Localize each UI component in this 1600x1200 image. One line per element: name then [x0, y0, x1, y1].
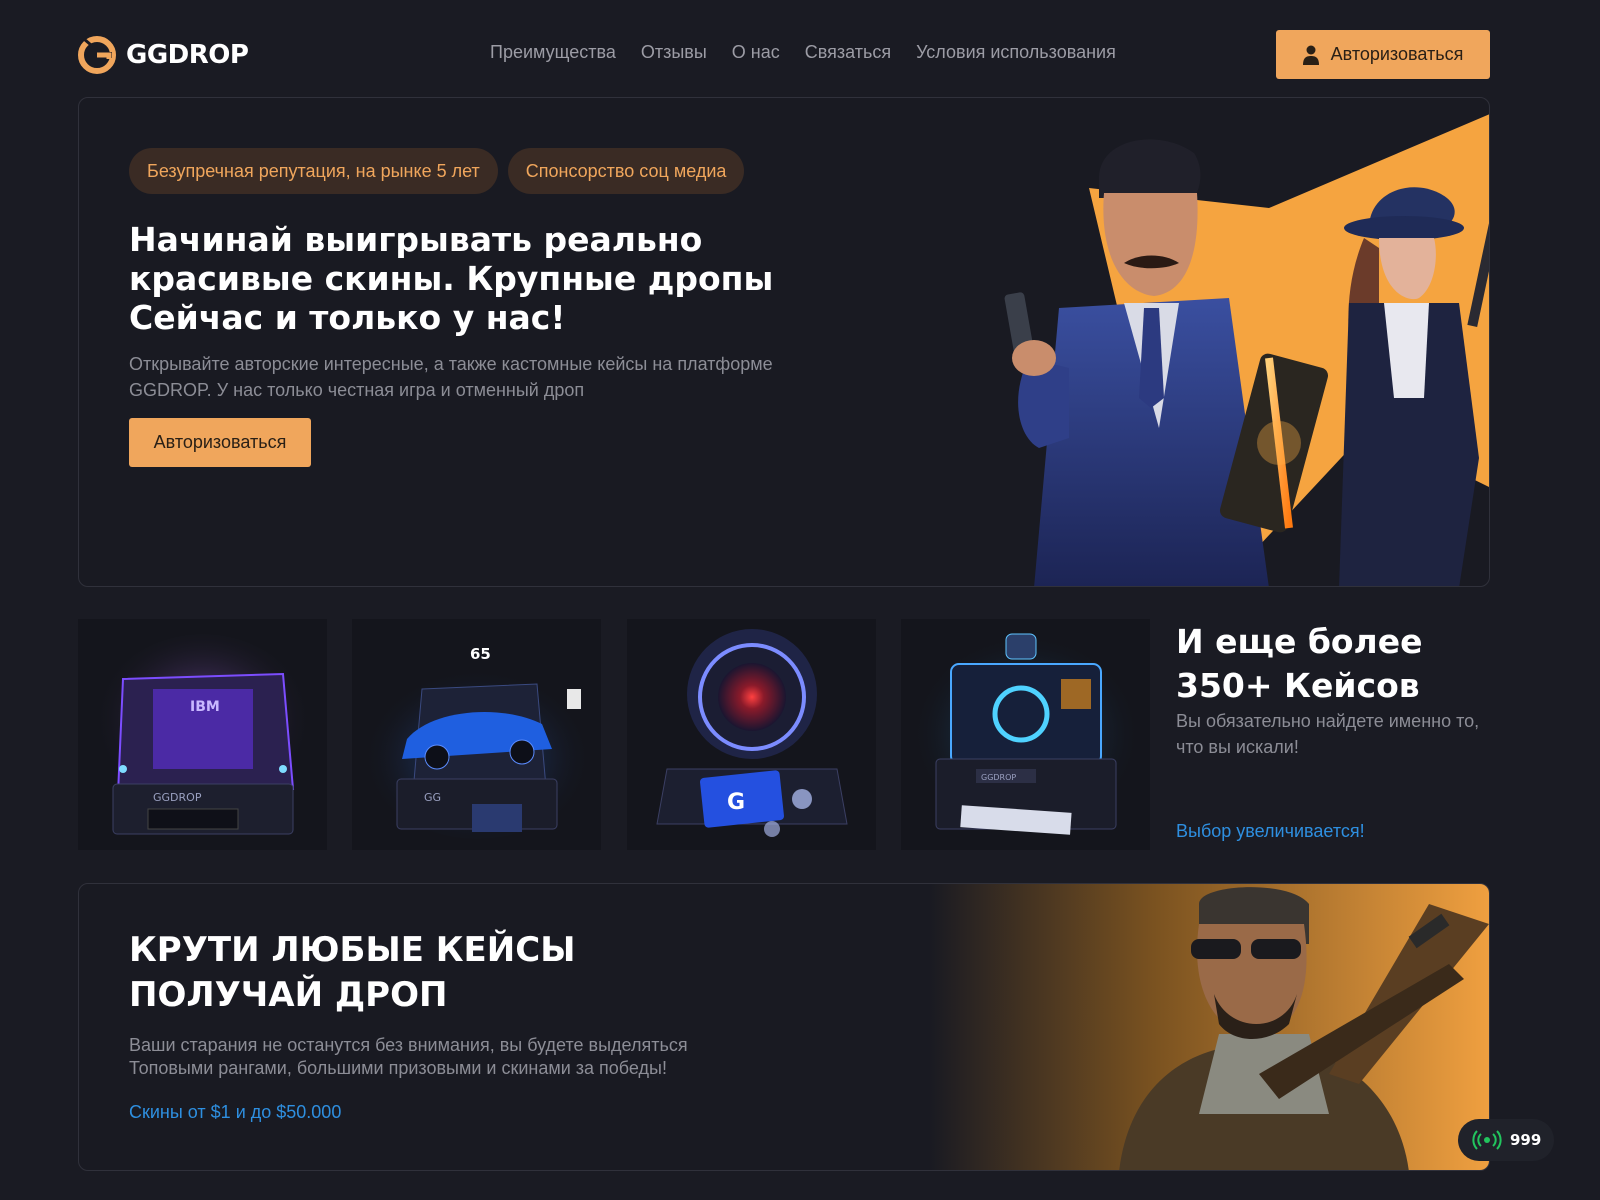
online-count: 999 — [1510, 1131, 1542, 1149]
nav-advantages[interactable]: Преимущества — [490, 42, 616, 63]
promo-title: КРУТИ ЛЮБЫЕ КЕЙСЫ ПОЛУЧАЙ ДРОП — [129, 930, 576, 1015]
case-ibm-logo-text: IBM — [190, 699, 220, 715]
hero-title: Начинай выигрывать реально красивые скин… — [129, 220, 774, 337]
nav-terms[interactable]: Условия использования — [916, 42, 1116, 63]
case-ai-brand-text: GGDROP — [981, 773, 1016, 782]
promo-price-link[interactable]: Скины от $1 и до $50.000 — [129, 1102, 341, 1123]
case-orb-image: G — [627, 619, 876, 850]
nav-contact[interactable]: Связаться — [805, 42, 891, 63]
case-ibm-image: IBM GGDROP — [78, 619, 327, 850]
case-orb-logo-text: G — [727, 790, 745, 815]
badge-sponsorship: Спонсорство соц медиа — [507, 148, 745, 194]
case-ai-image: GGDROP — [901, 619, 1150, 850]
broadcast-icon — [1472, 1130, 1502, 1150]
brand-name: GGDROP — [126, 40, 249, 70]
hero-description: Открывайте авторские интересные, а также… — [129, 354, 773, 400]
case-card-ai[interactable]: GGDROP — [901, 619, 1150, 850]
nav-reviews[interactable]: Отзывы — [641, 42, 707, 63]
login-button[interactable]: Авторизоваться — [1276, 30, 1490, 79]
online-counter[interactable]: 999 — [1458, 1119, 1554, 1161]
badge-reputation: Безупречная репутация, на рынке 5 лет — [129, 148, 498, 194]
case-car-brand-text: GG — [424, 791, 441, 804]
login-button-label: Авторизоваться — [1330, 44, 1464, 64]
cases-more-link[interactable]: Выбор увеличивается! — [1176, 821, 1365, 842]
user-icon — [1302, 45, 1319, 65]
hero-login-button[interactable]: Авторизоваться — [129, 418, 311, 467]
promo-soldier-illustration — [929, 884, 1489, 1170]
case-car-counter: 65 — [470, 645, 491, 663]
promo-description: Ваши старания не останутся без внимания,… — [129, 1035, 688, 1078]
cases-count-title: И еще более 350+ Кейсов — [1176, 622, 1423, 705]
promo-card: КРУТИ ЛЮБЫЕ КЕЙСЫ ПОЛУЧАЙ ДРОП Ваши стар… — [78, 883, 1490, 1171]
main-nav: Преимущества Отзывы О нас Связаться Усло… — [490, 42, 1116, 63]
case-ibm-brand-text: GGDROP — [153, 791, 202, 804]
case-car-image: 65 GG — [352, 619, 601, 850]
case-card-ibm[interactable]: IBM GGDROP — [78, 619, 327, 850]
case-card-orb[interactable]: G — [627, 619, 876, 850]
hero-characters-illustration — [1004, 114, 1489, 586]
case-card-car[interactable]: 65 GG — [352, 619, 601, 850]
hero-card: Безупречная репутация, на рынке 5 лет Сп… — [78, 97, 1490, 587]
cases-description: Вы обязательно найдете именно то, что вы… — [1176, 711, 1480, 757]
site-header: GGDROP Преимущества Отзывы О нас Связать… — [0, 0, 1568, 98]
nav-about[interactable]: О нас — [732, 42, 780, 63]
logo[interactable]: GGDROP — [78, 36, 249, 74]
hero-badges: Безупречная репутация, на рынке 5 лет Сп… — [129, 148, 745, 194]
logo-icon — [78, 36, 116, 74]
